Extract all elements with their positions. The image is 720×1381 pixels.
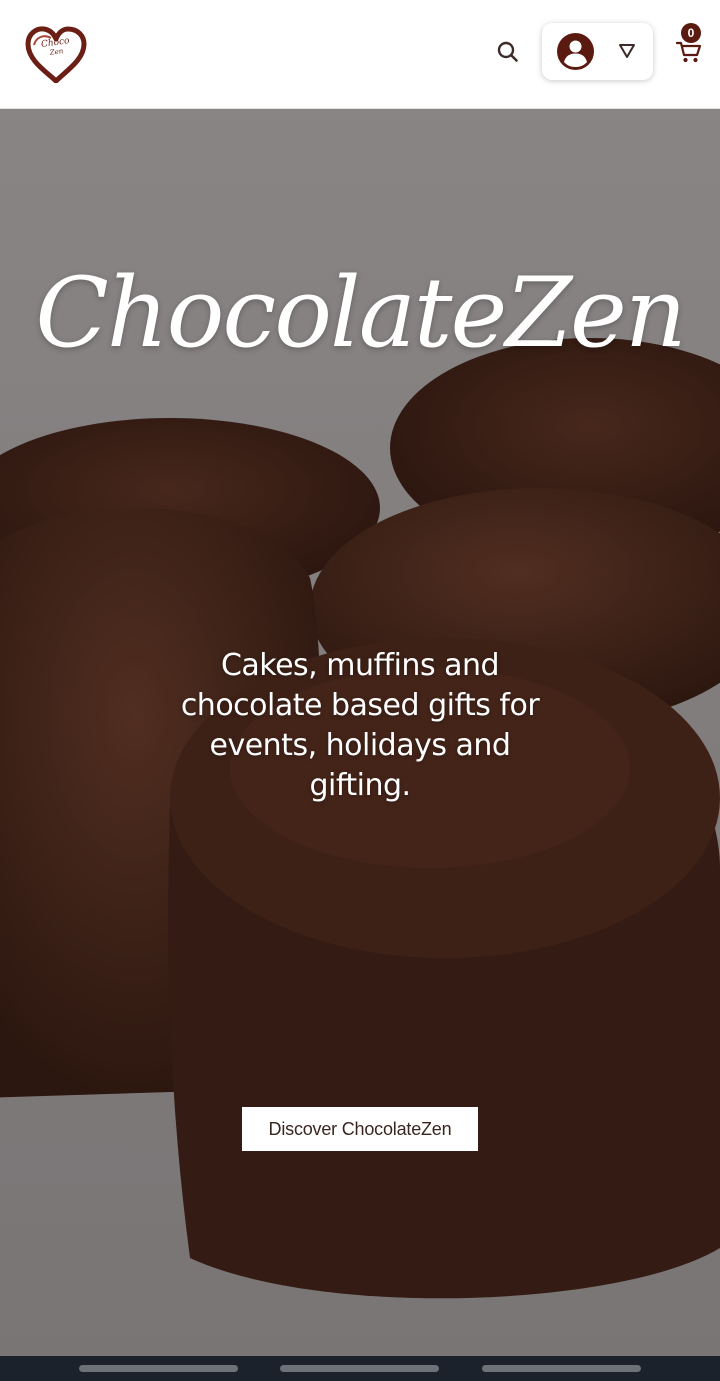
search-icon (497, 41, 518, 62)
site-header: Choco Zen 0 (0, 0, 720, 109)
page: Choco Zen 0 ChocolateZen Cakes, muffins … (0, 0, 720, 1381)
home-logo-link[interactable]: Choco Zen (24, 25, 88, 84)
caret-down-icon (619, 44, 635, 58)
system-navigation-bar (0, 1356, 720, 1381)
hero-tagline: Cakes, muffins and chocolate based gifts… (180, 648, 540, 803)
nav-indicator (482, 1365, 641, 1372)
nav-indicator (79, 1365, 238, 1372)
cart-button[interactable]: 0 (672, 22, 706, 66)
hero-section: ChocolateZen Cakes, muffins and chocolat… (0, 108, 720, 1356)
discover-button[interactable]: Discover ChocolateZen (242, 1107, 478, 1151)
search-button[interactable] (494, 38, 522, 66)
cart-icon (676, 41, 702, 63)
account-menu-button[interactable] (542, 23, 653, 80)
hero-brand-script: ChocolateZen (35, 257, 686, 369)
user-avatar-icon (557, 33, 594, 70)
nav-indicator (280, 1365, 439, 1372)
